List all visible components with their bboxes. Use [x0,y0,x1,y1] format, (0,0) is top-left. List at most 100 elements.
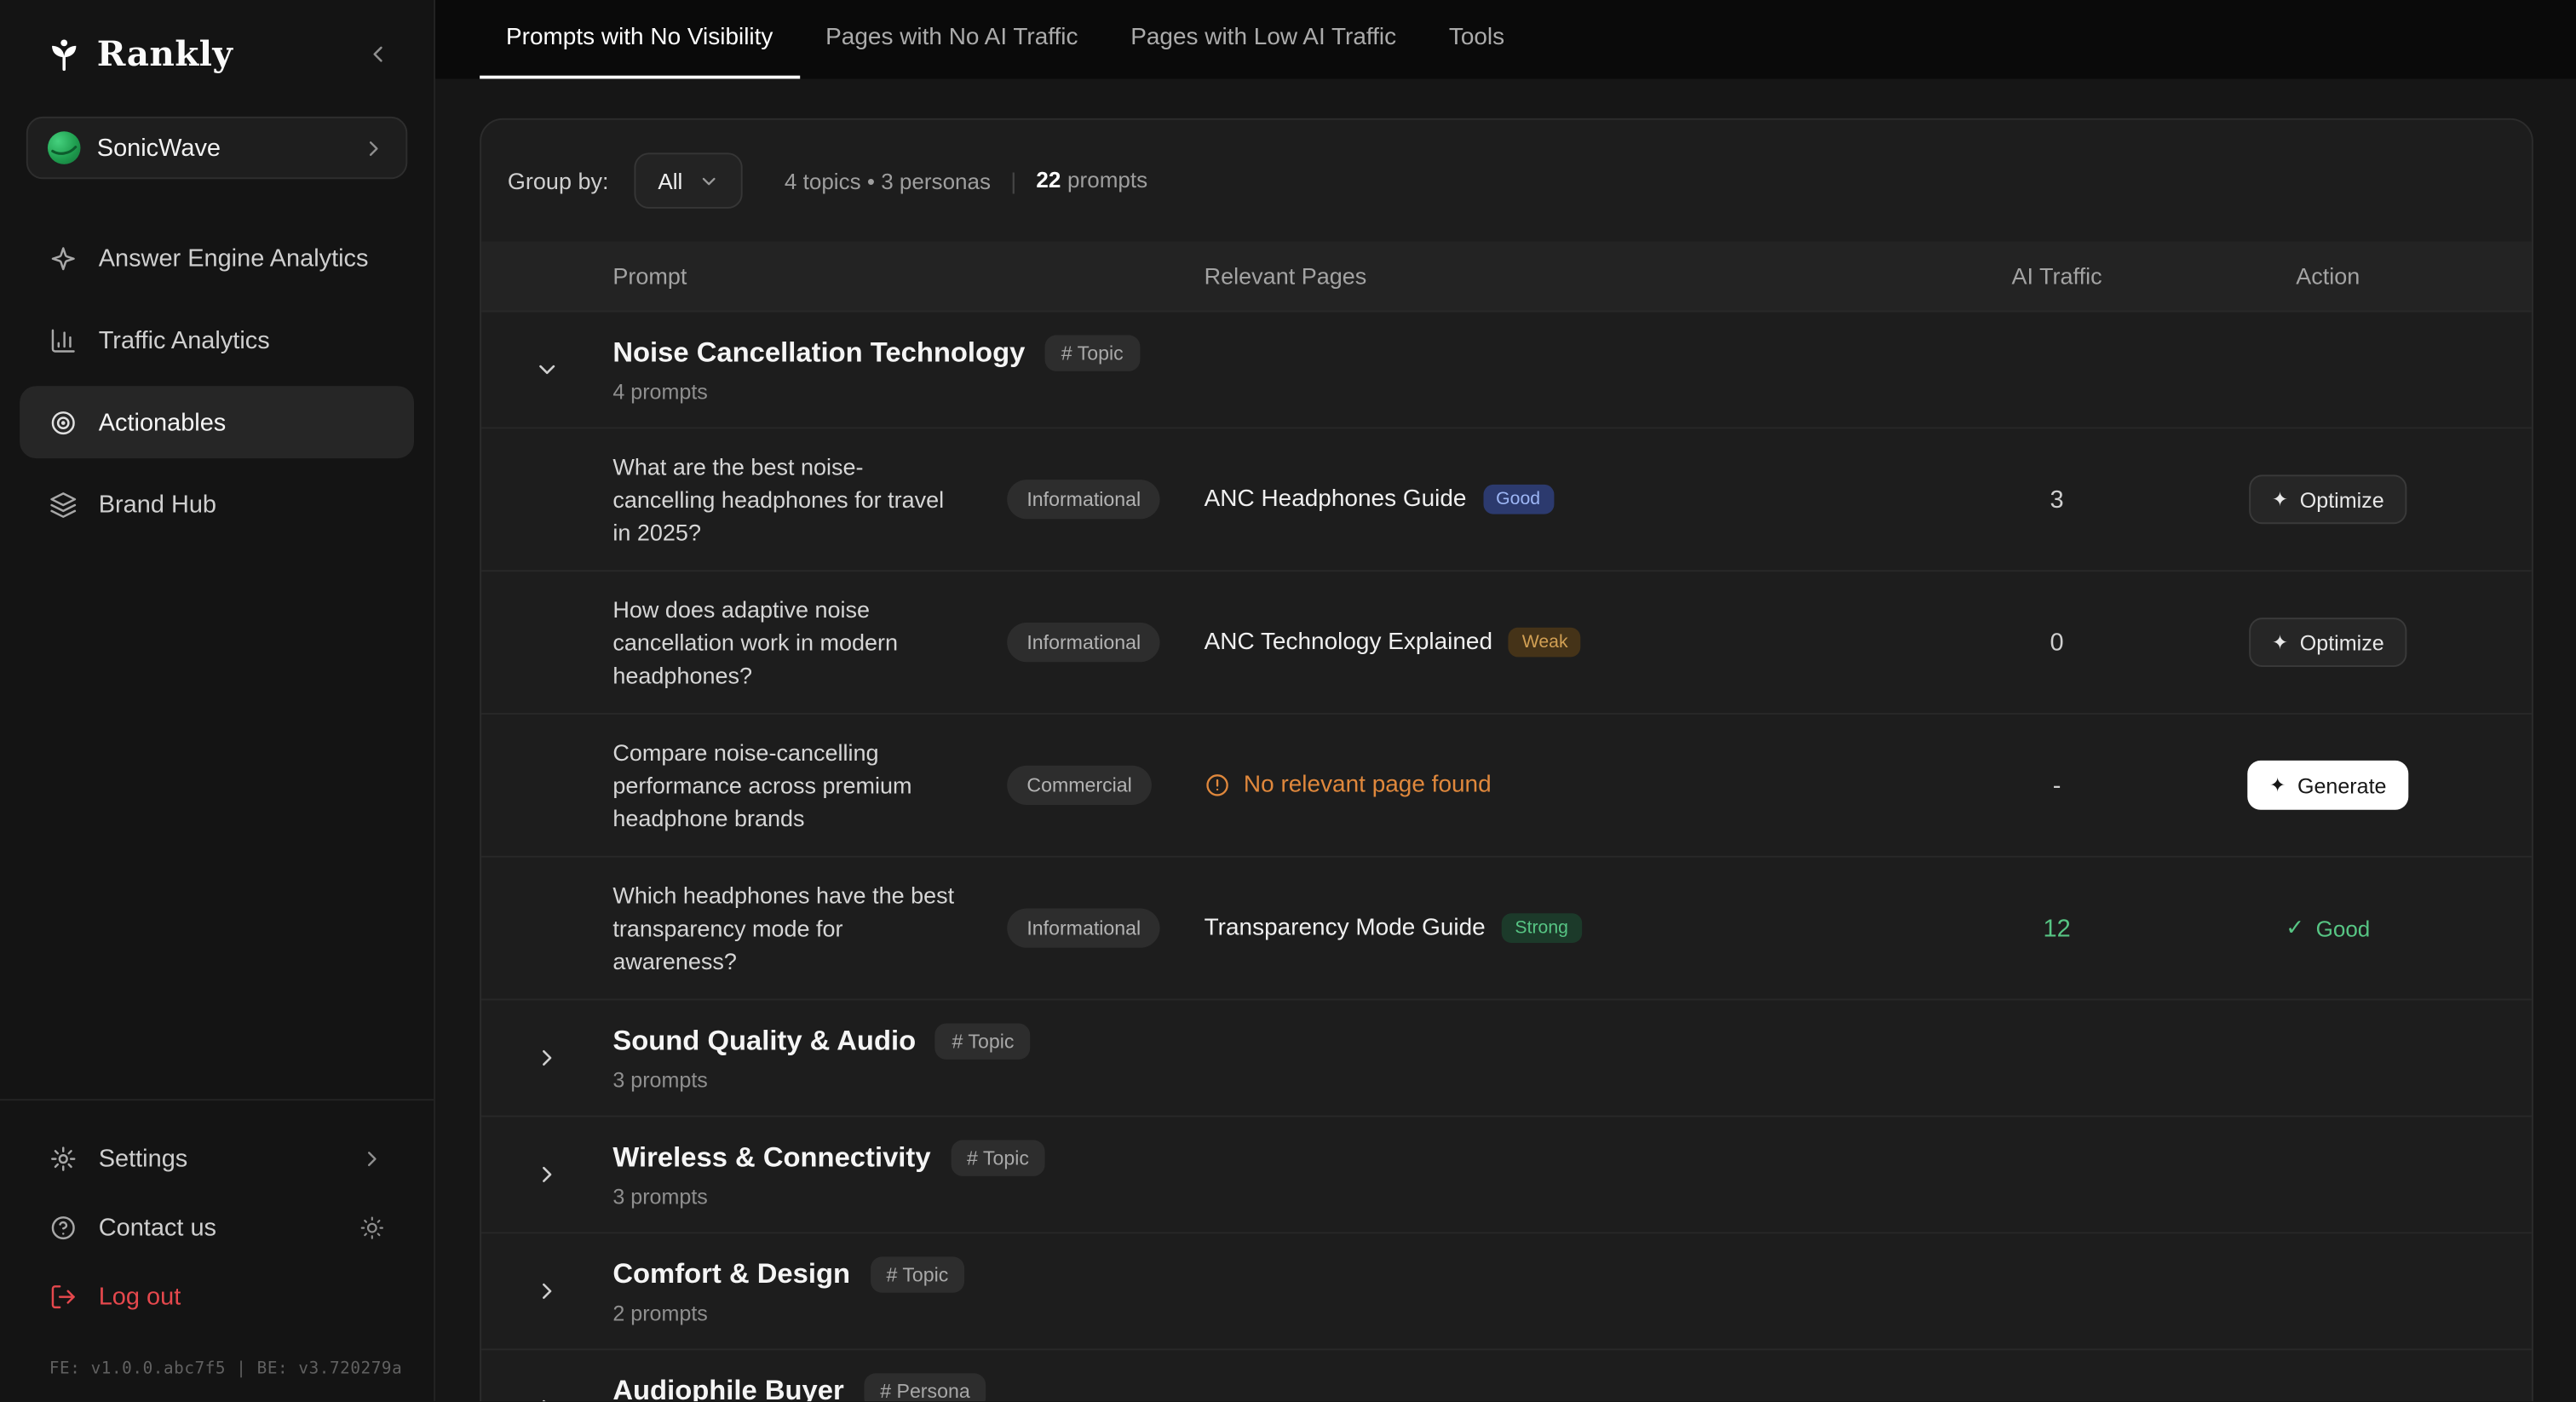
column-header-ai-traffic: AI Traffic [1950,263,2164,290]
chevron-right-icon [359,1146,384,1170]
group-title: Audiophile Buyer [612,1375,843,1401]
chevron-left-icon [365,40,391,66]
summary-divider: | [1010,168,1016,194]
page-link[interactable]: Transparency Mode Guide [1205,915,1486,941]
intent-badge: Informational [1007,480,1160,519]
table-row: How does adaptive noise cancellation wor… [481,570,2532,713]
group-by-label: Group by: [508,168,609,194]
chevron-right-icon [534,1162,561,1188]
sidebar-item-answer-engine-analytics[interactable]: Answer Engine Analytics [20,221,414,294]
alert-circle-icon [1205,772,1231,798]
prompt-text: How does adaptive noise cancellation wor… [612,593,1007,692]
group-by-value: All [658,169,682,193]
ai-traffic-value: 12 [1950,914,2164,942]
theme-toggle-button[interactable] [359,1215,384,1239]
sidebar-item-actionables[interactable]: Actionables [20,386,414,458]
generate-button[interactable]: ✦ Generate [2248,761,2408,810]
logo-text: Rankly [97,33,233,74]
table-row: Compare noise-cancelling performance acr… [481,713,2532,856]
content-area: Group by: All 4 topics • 3 personas | 22… [435,79,2576,1402]
intent-badge: Commercial [1007,766,1152,805]
sidebar-nav: Answer Engine Analytics Traffic Analytic… [0,221,434,540]
group-header-audiophile-buyer[interactable]: Audiophile Buyer # Persona 3 prompts [481,1348,2532,1401]
rankly-plant-icon [46,35,82,71]
sidebar-item-label: Brand Hub [99,491,216,519]
tab-tools[interactable]: Tools [1423,0,1531,79]
bar-chart-icon [49,326,78,354]
chevron-right-icon [534,1394,561,1401]
intent-badge: Informational [1007,909,1160,948]
page-status-badge: Weak [1509,628,1581,658]
group-header-sound-quality[interactable]: Sound Quality & Audio # Topic 3 prompts [481,999,2532,1116]
group-header-content: Noise Cancellation Technology # Topic 4 … [612,335,2492,404]
good-status: ✓Good [2286,915,2370,941]
column-header-prompt: Prompt [612,263,1007,290]
chevron-right-icon [534,1278,561,1304]
group-header-content: Audiophile Buyer # Persona 3 prompts [612,1373,2492,1401]
column-header-relevant-pages: Relevant Pages [1205,263,1951,290]
summary-text: 4 topics • 3 personas [785,169,991,193]
prompt-text: Which headphones have the best transpare… [612,879,1007,978]
sparkle-icon: ✦ [2272,488,2288,511]
rankly-logo: Rankly [0,0,434,90]
topic-badge: # Topic [870,1256,964,1292]
group-header-content: Sound Quality & Audio # Topic 3 prompts [612,1024,2492,1093]
check-icon: ✓ [2286,915,2304,941]
sidebar-item-settings[interactable]: Settings [20,1123,414,1192]
group-header-wireless-connectivity[interactable]: Wireless & Connectivity # Topic 3 prompt… [481,1116,2532,1232]
app-root: Rankly SonicWave Answer En [0,0,2576,1401]
group-prompt-count: 2 prompts [612,1301,2492,1325]
sparkle-icon: ✦ [2269,773,2286,796]
intent-badge: Informational [1007,623,1160,662]
sidebar: Rankly SonicWave Answer En [0,0,435,1401]
contact-us-label: Contact us [99,1213,216,1241]
layers-icon [49,491,78,519]
sidebar-item-label: Answer Engine Analytics [99,244,369,272]
target-icon [49,408,78,436]
optimize-button[interactable]: ✦Optimize [2249,474,2407,524]
warning-text: No relevant page found [1244,772,1492,798]
version-text: FE: v1.0.0.abc7f5 | BE: v3.720279a [49,1360,414,1378]
ai-traffic-value: - [1950,771,2164,799]
page-link[interactable]: ANC Headphones Guide [1205,486,1467,513]
sun-icon [359,1215,384,1239]
topic-badge: # Topic [935,1024,1030,1060]
logout-label: Log out [99,1282,181,1310]
group-title: Comfort & Design [612,1258,850,1291]
group-header-content: Comfort & Design # Topic 2 prompts [612,1256,2492,1325]
prompts-panel: Group by: All 4 topics • 3 personas | 22… [480,118,2533,1401]
table-header: Prompt Relevant Pages AI Traffic Action [481,242,2532,311]
workspace-selector[interactable]: SonicWave [26,117,407,179]
prompt-count-value: 22 [1036,168,1061,192]
action-label: Generate [2297,773,2387,797]
topic-badge: # Topic [1044,335,1139,371]
sidebar-item-brand-hub[interactable]: Brand Hub [20,468,414,541]
chevron-down-icon [698,170,719,192]
sparkles-icon [49,244,78,272]
panel-toolbar: Group by: All 4 topics • 3 personas | 22… [481,120,2532,242]
sparkle-icon: ✦ [2272,631,2288,654]
ai-traffic-value: 0 [1950,629,2164,657]
group-title: Sound Quality & Audio [612,1025,916,1058]
chevron-right-icon [361,135,386,160]
page-link[interactable]: ANC Technology Explained [1205,629,1492,656]
prompt-count: 22prompts [1036,166,1147,196]
page-status-badge: Strong [1502,913,1581,943]
tab-pages-with-no-ai-traffic[interactable]: Pages with No AI Traffic [799,0,1104,79]
ai-traffic-value: 3 [1950,486,2164,514]
sidebar-collapse-button[interactable] [361,37,394,70]
sidebar-item-contact-us[interactable]: Contact us [20,1192,414,1261]
optimize-button[interactable]: ✦Optimize [2249,618,2407,667]
group-header-comfort-design[interactable]: Comfort & Design # Topic 2 prompts [481,1232,2532,1348]
prompt-text: What are the best noise-cancelling headp… [612,450,1007,549]
group-header-noise-cancellation[interactable]: Noise Cancellation Technology # Topic 4 … [481,310,2532,427]
sidebar-item-traffic-analytics[interactable]: Traffic Analytics [20,304,414,376]
sidebar-spacer [0,541,434,1100]
tab-pages-with-low-ai-traffic[interactable]: Pages with Low AI Traffic [1104,0,1423,79]
main-area: Prompts with No Visibility Pages with No… [435,0,2576,1401]
tab-prompts-with-no-visibility[interactable]: Prompts with No Visibility [480,0,799,79]
group-by-dropdown[interactable]: All [635,152,741,209]
top-tab-bar: Prompts with No Visibility Pages with No… [435,0,2576,79]
sidebar-item-logout[interactable]: Log out [20,1261,414,1330]
help-circle-icon [49,1213,78,1241]
